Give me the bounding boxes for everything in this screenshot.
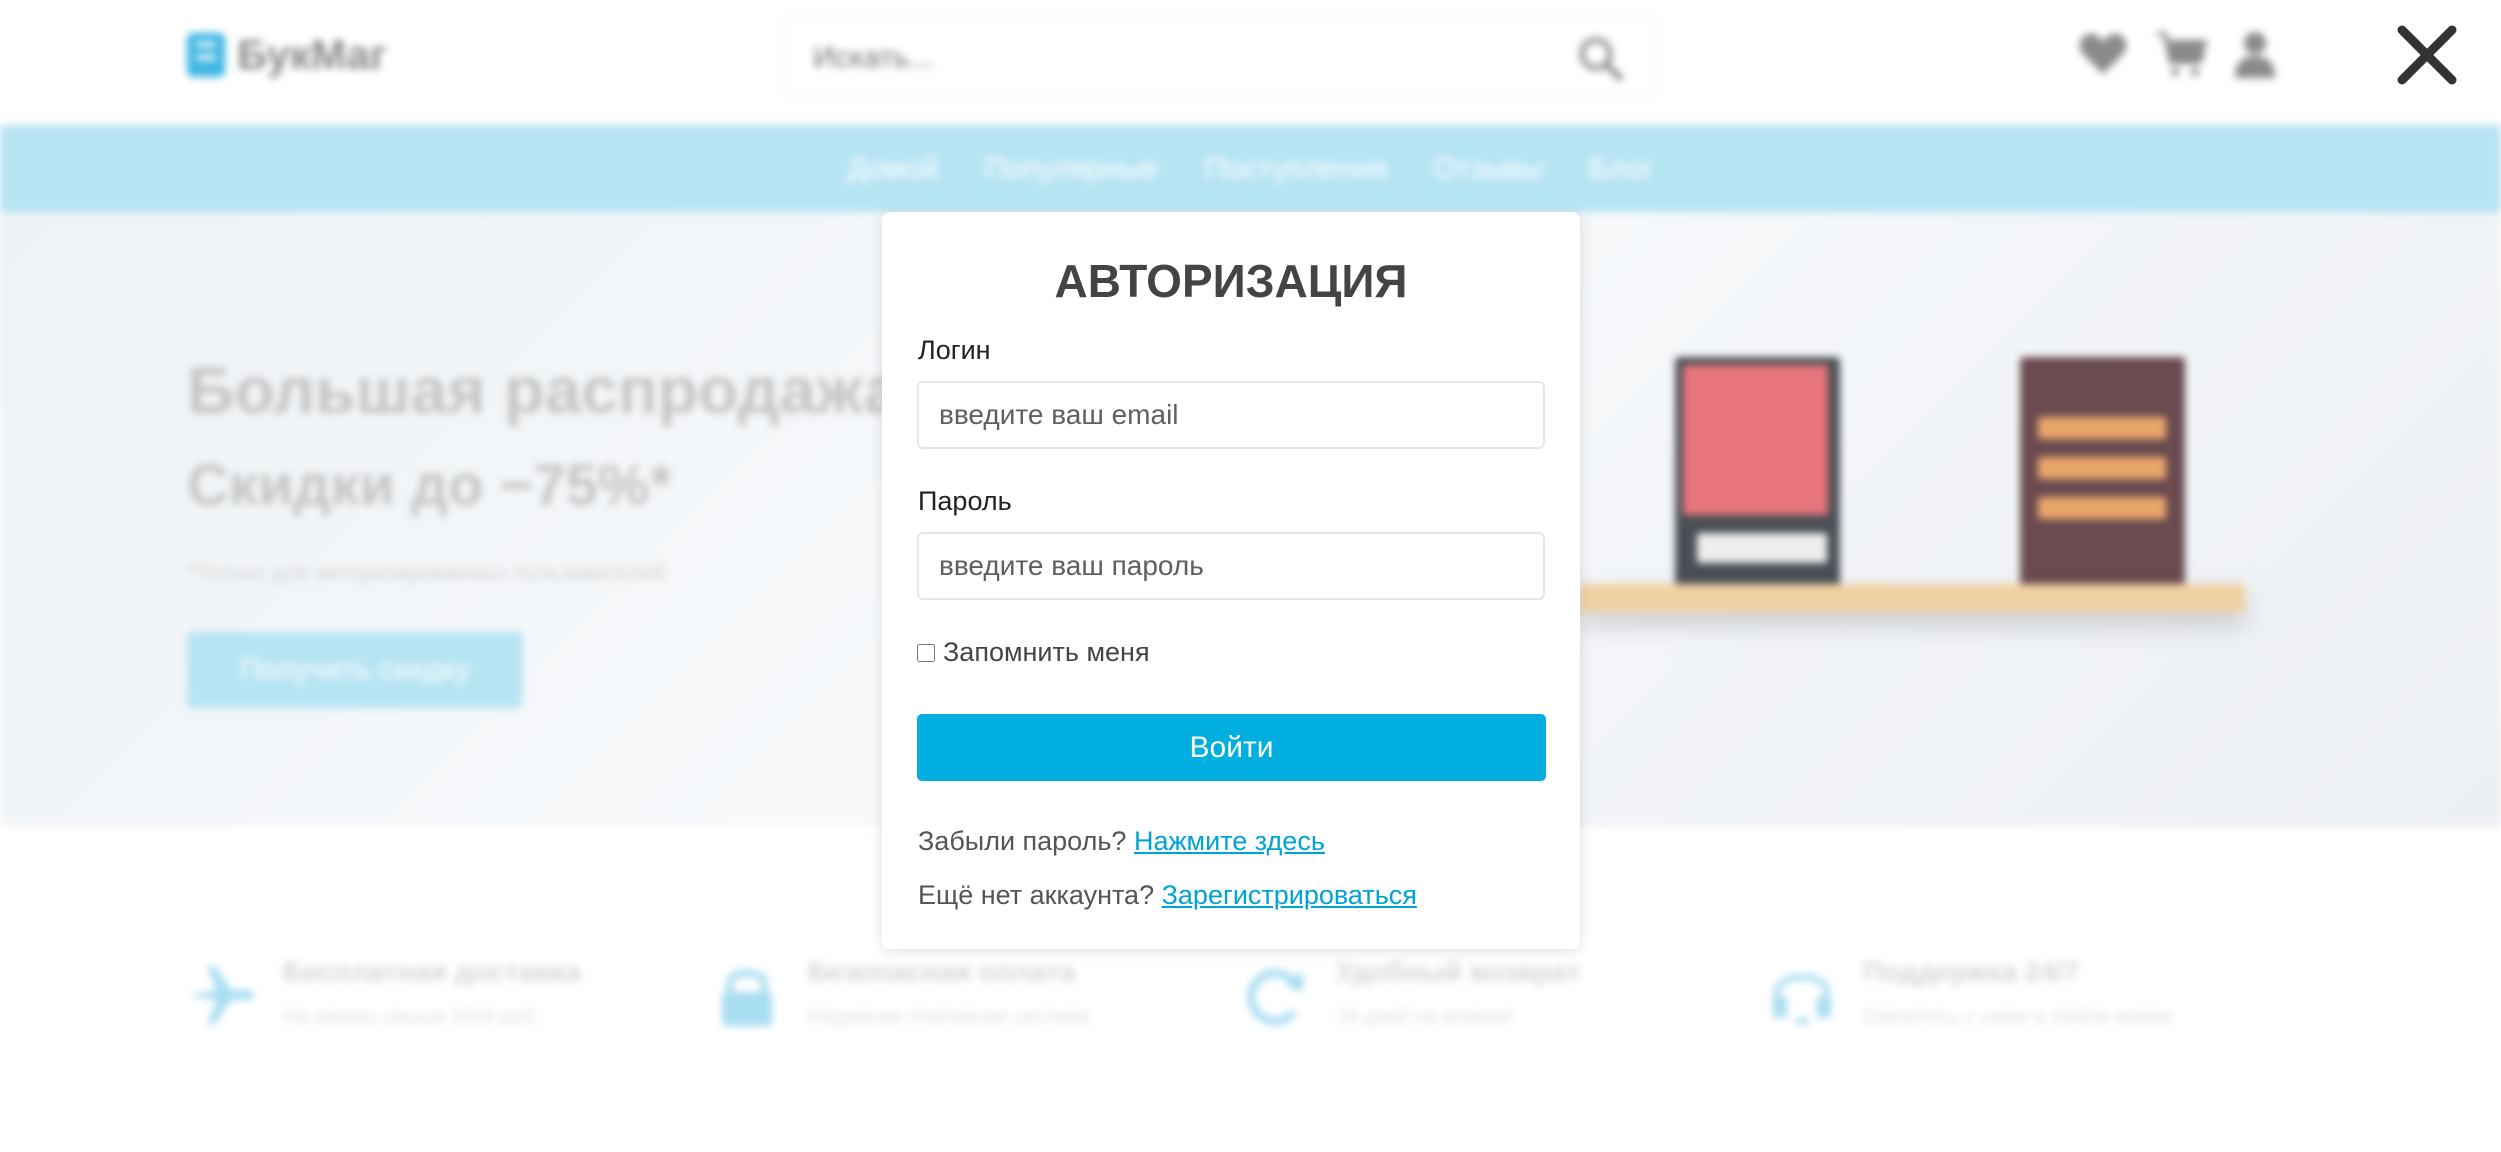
modal-title: АВТОРИЗАЦИЯ [1054,255,1408,307]
book-image [1675,357,1840,587]
login-button[interactable]: Войти [917,714,1546,781]
refresh-icon [1247,969,1304,1026]
register-text: Ещё нет аккаунта? [918,880,1155,910]
get-discount-button[interactable]: Получить скидку [187,632,522,708]
heart-icon[interactable] [2077,28,2129,80]
remember-me[interactable]: Запомнить меня [917,637,1150,668]
main-nav: Домой Популярные Поступления Отзывы Блог [0,125,2501,212]
nav-item-reviews[interactable]: Отзывы [1433,152,1543,186]
book-image [2020,357,2185,587]
shelf-image [1580,584,2245,612]
nav-item-home[interactable]: Домой [847,152,938,186]
login-modal: АВТОРИЗАЦИЯ Логин Пароль Запомнить меня … [882,212,1580,949]
nav-item-blog[interactable]: Блог [1589,152,1654,186]
remember-label: Запомнить меня [943,637,1150,667]
forgot-password-link[interactable]: Нажмите здесь [1134,826,1325,856]
search-icon[interactable] [1576,34,1624,82]
hero-subtitle: Скидки до −75%* [187,453,673,518]
nav-item-popular[interactable]: Популярные [985,152,1159,186]
email-field[interactable] [917,381,1545,449]
register-link[interactable]: Зарегистрироваться [1162,880,1417,910]
close-icon[interactable] [2392,20,2462,90]
password-field[interactable] [917,532,1545,600]
lock-icon [722,969,772,1026]
search-input[interactable] [811,40,1515,76]
remember-checkbox[interactable] [917,643,935,662]
login-label: Логин [918,335,991,365]
nav-item-new[interactable]: Поступления [1205,152,1387,186]
hero-title: Большая распродажа [187,353,901,427]
site-header: БукМаг [0,0,2501,125]
search-bar [785,14,1654,100]
logo[interactable]: БукМаг [187,30,387,80]
user-icon[interactable] [2229,28,2281,80]
cart-icon[interactable] [2155,28,2207,80]
hero-note: *Только для авторизированных пользовател… [187,560,665,585]
forgot-password-text: Забыли пароль? [918,826,1127,856]
forgot-password-line: Забыли пароль? Нажмите здесь [918,826,1325,857]
password-label: Пароль [918,486,1012,516]
plane-icon [191,966,254,1024]
book-logo-icon [187,33,225,77]
headset-icon [1773,974,1831,1024]
register-line: Ещё нет аккаунта? Зарегистрироваться [918,880,1417,911]
features-row: Бесплатная доставка На заказы свыше 2000… [0,940,2501,1060]
logo-text: БукМаг [237,31,388,78]
